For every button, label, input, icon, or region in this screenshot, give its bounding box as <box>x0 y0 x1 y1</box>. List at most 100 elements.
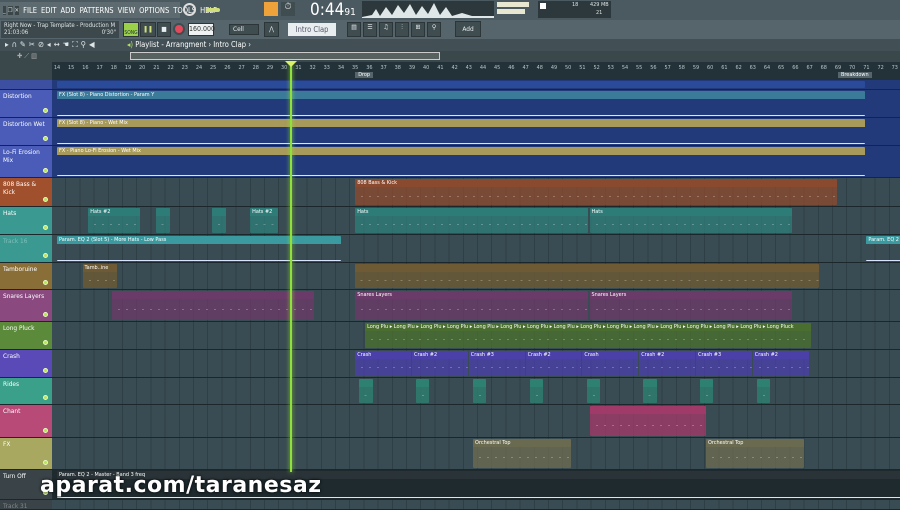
minimize-icon[interactable]: _ <box>3 5 6 15</box>
pattern-clip[interactable] <box>473 379 487 403</box>
track-enable-icon[interactable] <box>43 340 48 345</box>
track-enable-icon[interactable] <box>43 197 48 202</box>
track-enable-icon[interactable] <box>43 395 48 400</box>
menu-file[interactable]: FILE <box>23 6 37 15</box>
track-lane[interactable]: Tamb..ine <box>52 263 900 289</box>
recording-icon[interactable]: ⏱ <box>281 2 295 16</box>
pattern-clip[interactable]: Snares Layers <box>589 291 792 320</box>
track-header[interactable]: Tamboruine <box>0 263 52 289</box>
pattern-clip[interactable]: Crash #2 <box>412 351 468 376</box>
track-lane[interactable]: FX - Piano Lo-Fi Erosion - Wet Mix <box>52 146 900 177</box>
automation-clip[interactable]: Param. EQ 2 (Slot 5) - More Hats - Low P… <box>57 236 342 261</box>
track-lane[interactable] <box>52 378 900 404</box>
pattern-clip[interactable]: Hats #2 <box>250 208 278 233</box>
playlist-icon[interactable]: ▤ <box>347 22 361 37</box>
pattern-clip[interactable] <box>700 379 714 403</box>
track-header[interactable]: Hats <box>0 207 52 234</box>
track-lane[interactable] <box>52 405 900 437</box>
pattern-clip[interactable] <box>359 379 373 403</box>
pattern-clip[interactable]: Long Plu ▸ Long Plu ▸ Long Plu ▸ Long Pl… <box>365 323 812 348</box>
timeline-marker[interactable]: Breakdown <box>838 72 872 78</box>
track-header[interactable]: Rides <box>0 378 52 404</box>
menu-add[interactable]: ADD <box>61 6 76 15</box>
pattern-clip[interactable] <box>643 379 657 403</box>
typing-keyboard-icon[interactable] <box>264 2 278 16</box>
mixer-icon[interactable]: ⫶ <box>395 22 409 37</box>
track-lane[interactable]: Long Plu ▸ Long Plu ▸ Long Plu ▸ Long Pl… <box>52 322 900 349</box>
pattern-clip[interactable]: Crash #3 <box>696 351 752 376</box>
automation-clip[interactable]: FX (Slot 8) - Piano - Wet Mix <box>57 119 866 144</box>
pattern-clip[interactable]: Tamb..ine <box>82 264 118 288</box>
pattern-clip[interactable]: Snares Layers <box>355 291 589 320</box>
channel-rack-icon[interactable]: ☰ <box>363 22 377 37</box>
pattern-clip[interactable] <box>156 208 170 233</box>
track-header[interactable]: Chant <box>0 405 52 437</box>
breadcrumb-playlist[interactable]: Playlist <box>135 40 159 49</box>
track-header[interactable]: Snares Layers <box>0 290 52 321</box>
close-icon[interactable]: ✕ <box>14 5 20 15</box>
track-enable-icon[interactable] <box>43 168 48 173</box>
track-enable-icon[interactable] <box>43 108 48 113</box>
track-header[interactable]: Track 31 <box>0 500 52 510</box>
pattern-clip[interactable] <box>416 379 430 403</box>
overview-scrollbar[interactable] <box>52 51 900 62</box>
track-header[interactable]: Distortion <box>0 90 52 117</box>
track-header[interactable]: Lo-Fi Erosion Mix <box>0 146 52 177</box>
pattern-clip[interactable]: Crash <box>355 351 411 376</box>
restore-icon[interactable]: ❐ <box>7 5 13 15</box>
pattern-clip[interactable] <box>757 379 771 403</box>
track-lane[interactable]: Crash Crash #2 Crash #3 Crash #2 Crash Crash … <box>52 350 900 377</box>
track-enable-icon[interactable] <box>43 312 48 317</box>
track-enable-icon[interactable] <box>43 253 48 258</box>
menu-patterns[interactable]: PATTERNS <box>80 6 114 15</box>
track-lane[interactable]: 808 Bass & Kick <box>52 178 900 206</box>
menu-view[interactable]: VIEW <box>118 6 136 15</box>
track-lane[interactable]: Hats #2 Hats #2 Hats Hats <box>52 207 900 234</box>
pause-button[interactable]: ❚❚ <box>140 22 156 37</box>
automation-clip[interactable]: FX (Slot 8) - Piano Distortion - Param Y <box>57 91 866 116</box>
breadcrumb-arrangement[interactable]: Arrangment <box>166 40 206 49</box>
breadcrumb-pattern[interactable]: Intro Clap <box>213 40 246 49</box>
tempo-field[interactable]: 160.000 <box>188 23 215 36</box>
track-header[interactable]: Crash <box>0 350 52 377</box>
track-enable-icon[interactable] <box>43 136 48 141</box>
track-enable-icon[interactable] <box>43 460 48 465</box>
zoom-icons[interactable]: ✚ ⟋ ▥ <box>17 52 37 61</box>
plugin-icon[interactable]: ⚲ <box>427 22 441 37</box>
pattern-clip[interactable] <box>586 379 600 403</box>
tool-icons[interactable]: ▸∩✎✂⊘◂↔☚⛶⚲◀ <box>5 40 97 50</box>
playhead-marker-icon[interactable] <box>284 61 297 67</box>
snap-select[interactable]: Cell <box>229 24 259 35</box>
automation-clip[interactable]: FX - Piano Lo-Fi Erosion - Wet Mix <box>57 147 866 176</box>
pattern-clip[interactable]: Hats <box>589 208 792 233</box>
track-lane[interactable]: FX (Slot 8) - Piano Distortion - Param Y <box>52 90 900 117</box>
pattern-clip[interactable]: Hats <box>355 208 589 233</box>
automation-clip[interactable]: Param. EQ 2 <box>866 236 900 261</box>
timeline-ruler[interactable]: 14 15 16 17 18 19 20 21 22 23 24 25 26 27 28 29 30 31 32 33… <box>52 62 900 80</box>
track-header[interactable]: FX <box>0 438 52 469</box>
browser-icon[interactable]: ⊞ <box>411 22 425 37</box>
playhead[interactable] <box>289 62 292 472</box>
track-lane[interactable]: FX (Slot 8) - Piano - Wet Mix <box>52 118 900 145</box>
track-lane[interactable]: Orchestral Top Orchestral Top <box>52 438 900 469</box>
menu-edit[interactable]: EDIT <box>41 6 57 15</box>
track-header[interactable]: Long Pluck <box>0 322 52 349</box>
pattern-clip[interactable]: Crash <box>582 351 639 376</box>
track-lane[interactable]: Param. EQ 2 (Slot 5) - More Hats - Low P… <box>52 235 900 262</box>
scroll-thumb[interactable] <box>130 52 440 60</box>
pattern-selector[interactable]: Intro Clap <box>288 23 336 36</box>
pattern-clip[interactable] <box>355 264 819 288</box>
pattern-clip[interactable]: Orchestral Top <box>473 439 572 468</box>
pattern-clip[interactable] <box>589 406 707 436</box>
record-button[interactable] <box>173 23 185 35</box>
pattern-clip[interactable]: Hats #2 <box>88 208 140 233</box>
pattern-clip[interactable]: Crash #2 <box>639 351 695 376</box>
track-header[interactable]: Track 16 <box>0 235 52 262</box>
master-pitch-slider[interactable] <box>206 8 220 12</box>
piano-roll-icon[interactable]: ♫ <box>379 22 393 37</box>
track-enable-icon[interactable] <box>43 368 48 373</box>
automation-clip[interactable] <box>57 81 866 88</box>
menu-options[interactable]: OPTIONS <box>139 6 169 15</box>
track-header[interactable]: 808 Bass & Kick <box>0 178 52 206</box>
pattern-clip[interactable]: Crash #2 <box>525 351 582 376</box>
